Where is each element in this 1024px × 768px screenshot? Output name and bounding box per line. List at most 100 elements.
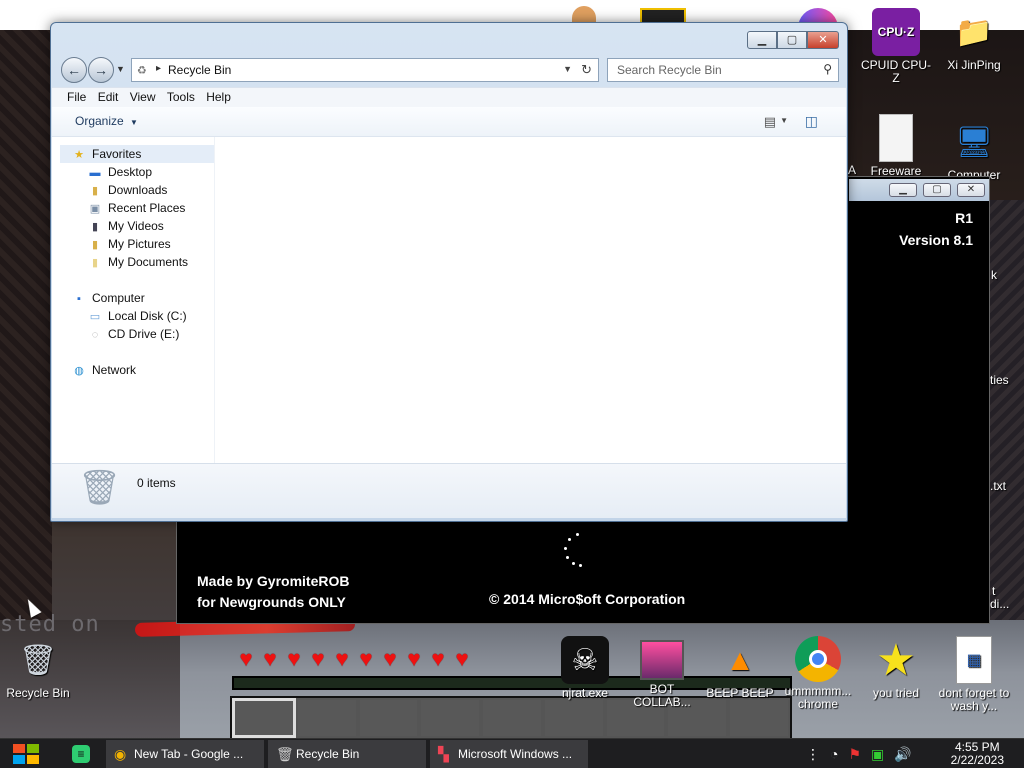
minimize-button[interactable]: ▁ [747, 31, 777, 49]
navigation-row: ← → ▼ ♻ ▸ Recycle Bin ▼ ↻ Search Recycle… [59, 56, 841, 84]
taskbar-item-chrome[interactable]: ◉ New Tab - Google ... [106, 740, 264, 768]
vlc-cone-icon: ▲ [725, 643, 755, 677]
desktop-icon-label: njrat.exe [561, 686, 609, 700]
desktop-icon-freeware[interactable]: Freeware [858, 114, 934, 178]
partial-label: .txt [990, 479, 1007, 493]
preview-pane-icon[interactable]: ◫ [805, 113, 818, 130]
menu-tools[interactable]: Tools [151, 88, 195, 104]
nav-my-documents[interactable]: ▮ My Documents [88, 255, 188, 273]
close-button[interactable]: ✕ [807, 31, 839, 49]
star-icon: ★ [74, 149, 84, 161]
desktop-icon-beep-beep[interactable]: ▲ BEEP BEEP [702, 636, 778, 700]
change-view-icon[interactable]: ▤ [764, 114, 776, 130]
calendar-file-icon: ▦ [956, 636, 992, 684]
heart-icon: ♥ [455, 646, 469, 671]
heart-icon: ♥ [239, 646, 253, 671]
version-label: Version 8.1 [899, 232, 973, 248]
file-list-area[interactable] [215, 137, 846, 463]
address-text[interactable]: Recycle Bin [168, 63, 231, 77]
desktop-icon-cpuz[interactable]: CPU·Z CPUID CPU-Z [858, 8, 934, 85]
task-label: New Tab - Google ... [134, 747, 244, 761]
nav-local-disk[interactable]: ▭ Local Disk (C:) [88, 309, 187, 327]
desktop-icon-bot-collab[interactable]: BOT COLLAB... [624, 636, 700, 709]
search-placeholder[interactable]: Search Recycle Bin [617, 63, 722, 77]
desktop-icon-label: you tried [872, 686, 920, 700]
release-label: R1 [955, 210, 973, 226]
computer-icon: 🖥 [954, 125, 994, 159]
menu-view[interactable]: View [114, 88, 156, 104]
hotbar-slot [295, 698, 358, 738]
desktop-icon: ▬ [89, 167, 101, 179]
organize-button[interactable]: Organize ▼ [75, 114, 138, 128]
menu-bar: File Edit View Tools Help [52, 87, 846, 107]
nav-my-pictures[interactable]: ▮ My Pictures [88, 237, 171, 255]
taskbar: ≡ ◉ New Tab - Google ... 🗑 Recycle Bin ▚… [0, 738, 1024, 768]
nav-recent-places[interactable]: ▣ Recent Places [88, 201, 186, 219]
desktop-icon-label: BOT COLLAB... [633, 682, 691, 709]
cd-drive-icon: ◌ [91, 329, 99, 341]
videos-icon: ▮ [91, 221, 99, 233]
nav-label: Recent Places [108, 201, 186, 215]
close-button[interactable]: ✕ [957, 183, 985, 197]
view-dropdown-icon[interactable]: ▼ [780, 116, 788, 125]
clock[interactable]: 4:55 PM 2/22/2023 [951, 741, 1004, 767]
desktop-icon-xi-jinping[interactable]: 📁 Xi JinPing [936, 8, 1012, 72]
hotbar [230, 696, 792, 740]
nav-network[interactable]: ◍ Network [72, 363, 136, 381]
health-hearts: ♥ ♥ ♥ ♥ ♥ ♥ ♥ ♥ ♥ ♥ [234, 648, 474, 670]
menu-help[interactable]: Help [190, 88, 231, 104]
nav-downloads[interactable]: ▮ Downloads [88, 183, 167, 201]
maximize-button[interactable]: ▢ [777, 31, 807, 49]
command-bar: Organize ▼ ▤ ▼ ◫ [52, 107, 846, 137]
hotbar-slot [357, 698, 420, 738]
credits-text: Made by GyromiteROB for Newgrounds ONLY [197, 571, 349, 613]
taskbar-item-windows-setup[interactable]: ▚ Microsoft Windows ... [430, 740, 588, 768]
nav-computer[interactable]: ▪ Computer [72, 291, 145, 309]
documents-icon: ▮ [91, 257, 99, 269]
network-monitor-icon[interactable]: ▣ [871, 746, 884, 763]
nav-favorites[interactable]: ★ Favorites [72, 147, 141, 165]
breadcrumb-chevron-icon[interactable]: ▸ [156, 63, 161, 74]
forward-button[interactable]: → [88, 57, 114, 83]
cpu-icon: CPU·Z [872, 8, 920, 56]
hotbar-slot [419, 698, 482, 738]
desktop-wallpaper-left [0, 30, 52, 620]
task-label: Recycle Bin [296, 747, 360, 761]
taskbar-item-recycle-bin[interactable]: 🗑 Recycle Bin [268, 740, 426, 768]
installer-titlebar[interactable]: ▁ ▢ ✕ [849, 179, 989, 201]
desktop-icon-dont-forget[interactable]: ▦ dont forget to wash y... [936, 636, 1012, 713]
explorer-window[interactable]: ▁ ▢ ✕ ← → ▼ ♻ ▸ Recycle Bin ▼ ↻ Search R… [50, 22, 848, 522]
heart-icon: ♥ [431, 646, 445, 671]
desktop-icon-computer[interactable]: 🖥 Computer [936, 118, 1012, 182]
nav-my-videos[interactable]: ▮ My Videos [88, 219, 164, 237]
refresh-icon[interactable]: ↻ [581, 62, 592, 78]
desktop-icon-recycle-bin[interactable]: 🗑 Recycle Bin [0, 636, 76, 700]
heart-icon: ♥ [287, 646, 301, 671]
minimize-button[interactable]: ▁ [889, 183, 917, 197]
flag-icon[interactable]: ⚑ [848, 746, 861, 763]
back-button[interactable]: ← [61, 57, 87, 83]
address-bar[interactable]: ♻ ▸ Recycle Bin ▼ ↻ [131, 58, 599, 82]
heart-icon: ♥ [407, 646, 421, 671]
nav-cd-drive[interactable]: ◌ CD Drive (E:) [88, 327, 180, 345]
desktop-icon-chrome[interactable]: ummmmm... chrome [780, 636, 856, 711]
nav-desktop[interactable]: ▬ Desktop [88, 165, 153, 183]
search-box[interactable]: Search Recycle Bin ⚲ [607, 58, 839, 82]
maximize-button[interactable]: ▢ [923, 183, 951, 197]
chrome-icon [795, 636, 841, 682]
desktop-icon-njrat[interactable]: ☠ njrat.exe [547, 636, 623, 700]
details-pane: 🗑 0 items [52, 463, 846, 518]
volume-icon[interactable]: 🔊 [894, 746, 911, 763]
discord-icon[interactable]: ◔ [830, 746, 838, 762]
task-label: Microsoft Windows ... [458, 747, 573, 761]
heart-icon: ♥ [383, 646, 397, 671]
recent-pages-dropdown[interactable]: ▼ [116, 64, 125, 74]
pinned-app-icon[interactable]: ≡ [72, 745, 90, 763]
address-dropdown-icon[interactable]: ▼ [563, 64, 572, 74]
tray-overflow-icon[interactable]: ⋮ [806, 746, 820, 763]
search-icon[interactable]: ⚲ [823, 62, 832, 76]
recycle-bin-icon: 🗑 [18, 643, 58, 677]
start-button[interactable] [10, 741, 42, 767]
chevron-down-icon: ▼ [130, 118, 138, 127]
desktop-icon-you-tried[interactable]: ★ you tried [858, 636, 934, 700]
